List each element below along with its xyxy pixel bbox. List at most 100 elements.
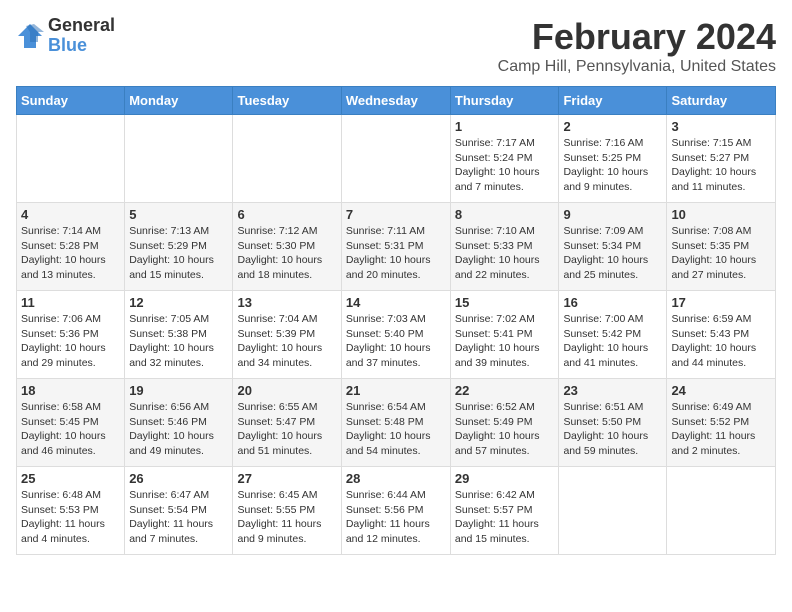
- day-info: Sunrise: 6:55 AM Sunset: 5:47 PM Dayligh…: [237, 400, 336, 459]
- day-number: 5: [129, 207, 228, 222]
- day-info: Sunrise: 6:48 AM Sunset: 5:53 PM Dayligh…: [21, 488, 120, 547]
- calendar-cell: [125, 115, 233, 203]
- day-number: 26: [129, 471, 228, 486]
- day-number: 18: [21, 383, 120, 398]
- day-number: 12: [129, 295, 228, 310]
- calendar-cell: 12 Sunrise: 7:05 AM Sunset: 5:38 PM Dayli…: [125, 291, 233, 379]
- day-info: Sunrise: 7:14 AM Sunset: 5:28 PM Dayligh…: [21, 224, 120, 283]
- weekday-header-monday: Monday: [125, 87, 233, 115]
- title-section: February 2024 Camp Hill, Pennsylvania, U…: [498, 16, 776, 76]
- calendar-cell: 3 Sunrise: 7:15 AM Sunset: 5:27 PM Daylig…: [667, 115, 776, 203]
- day-number: 21: [346, 383, 446, 398]
- day-number: 6: [237, 207, 336, 222]
- calendar-cell: 20 Sunrise: 6:55 AM Sunset: 5:47 PM Dayli…: [233, 379, 341, 467]
- day-info: Sunrise: 7:05 AM Sunset: 5:38 PM Dayligh…: [129, 312, 228, 371]
- day-number: 1: [455, 119, 555, 134]
- calendar-cell: 18 Sunrise: 6:58 AM Sunset: 5:45 PM Dayli…: [17, 379, 125, 467]
- logo-text: General Blue: [48, 16, 115, 56]
- calendar-cell: [17, 115, 125, 203]
- day-info: Sunrise: 6:58 AM Sunset: 5:45 PM Dayligh…: [21, 400, 120, 459]
- page-header: General Blue February 2024 Camp Hill, Pe…: [16, 16, 776, 76]
- day-info: Sunrise: 7:17 AM Sunset: 5:24 PM Dayligh…: [455, 136, 555, 195]
- calendar-cell: 6 Sunrise: 7:12 AM Sunset: 5:30 PM Daylig…: [233, 203, 341, 291]
- day-info: Sunrise: 7:04 AM Sunset: 5:39 PM Dayligh…: [237, 312, 336, 371]
- day-info: Sunrise: 7:13 AM Sunset: 5:29 PM Dayligh…: [129, 224, 228, 283]
- calendar-cell: 17 Sunrise: 6:59 AM Sunset: 5:43 PM Dayli…: [667, 291, 776, 379]
- day-info: Sunrise: 6:59 AM Sunset: 5:43 PM Dayligh…: [671, 312, 771, 371]
- calendar-cell: 19 Sunrise: 6:56 AM Sunset: 5:46 PM Dayli…: [125, 379, 233, 467]
- day-info: Sunrise: 7:15 AM Sunset: 5:27 PM Dayligh…: [671, 136, 771, 195]
- day-info: Sunrise: 6:47 AM Sunset: 5:54 PM Dayligh…: [129, 488, 228, 547]
- calendar-week-5: 25Sunrise: 6:48 AM Sunset: 5:53 PM Dayli…: [17, 467, 776, 555]
- day-number: 15: [455, 295, 555, 310]
- calendar-cell: 14 Sunrise: 7:03 AM Sunset: 5:40 PM Dayli…: [341, 291, 450, 379]
- calendar-week-1: 1 Sunrise: 7:17 AM Sunset: 5:24 PM Daylig…: [17, 115, 776, 203]
- calendar-cell: [559, 467, 667, 555]
- day-info: Sunrise: 6:56 AM Sunset: 5:46 PM Dayligh…: [129, 400, 228, 459]
- weekday-header-saturday: Saturday: [667, 87, 776, 115]
- calendar-cell: 16 Sunrise: 7:00 AM Sunset: 5:42 PM Dayli…: [559, 291, 667, 379]
- calendar-cell: 2Sunrise: 7:16 AM Sunset: 5:25 PM Daylig…: [559, 115, 667, 203]
- day-info: Sunrise: 6:45 AM Sunset: 5:55 PM Dayligh…: [237, 488, 336, 547]
- calendar-cell: 27 Sunrise: 6:45 AM Sunset: 5:55 PM Dayli…: [233, 467, 341, 555]
- day-info: Sunrise: 7:08 AM Sunset: 5:35 PM Dayligh…: [671, 224, 771, 283]
- calendar-cell: 9Sunrise: 7:09 AM Sunset: 5:34 PM Daylig…: [559, 203, 667, 291]
- day-number: 29: [455, 471, 555, 486]
- weekday-header-tuesday: Tuesday: [233, 87, 341, 115]
- day-info: Sunrise: 6:44 AM Sunset: 5:56 PM Dayligh…: [346, 488, 446, 547]
- calendar-cell: [233, 115, 341, 203]
- calendar-cell: 25Sunrise: 6:48 AM Sunset: 5:53 PM Dayli…: [17, 467, 125, 555]
- calendar: SundayMondayTuesdayWednesdayThursdayFrid…: [16, 86, 776, 555]
- calendar-cell: 10 Sunrise: 7:08 AM Sunset: 5:35 PM Dayli…: [667, 203, 776, 291]
- day-number: 28: [346, 471, 446, 486]
- calendar-cell: 4Sunrise: 7:14 AM Sunset: 5:28 PM Daylig…: [17, 203, 125, 291]
- day-number: 8: [455, 207, 555, 222]
- calendar-cell: 15 Sunrise: 7:02 AM Sunset: 5:41 PM Dayli…: [450, 291, 559, 379]
- day-info: Sunrise: 7:10 AM Sunset: 5:33 PM Dayligh…: [455, 224, 555, 283]
- day-info: Sunrise: 7:00 AM Sunset: 5:42 PM Dayligh…: [563, 312, 662, 371]
- day-number: 24: [671, 383, 771, 398]
- calendar-cell: 11 Sunrise: 7:06 AM Sunset: 5:36 PM Dayli…: [17, 291, 125, 379]
- day-number: 10: [671, 207, 771, 222]
- calendar-cell: 13 Sunrise: 7:04 AM Sunset: 5:39 PM Dayli…: [233, 291, 341, 379]
- day-number: 16: [563, 295, 662, 310]
- logo-icon: [16, 22, 44, 50]
- calendar-cell: 1 Sunrise: 7:17 AM Sunset: 5:24 PM Daylig…: [450, 115, 559, 203]
- day-info: Sunrise: 6:54 AM Sunset: 5:48 PM Dayligh…: [346, 400, 446, 459]
- weekday-header-wednesday: Wednesday: [341, 87, 450, 115]
- calendar-week-4: 18 Sunrise: 6:58 AM Sunset: 5:45 PM Dayli…: [17, 379, 776, 467]
- day-info: Sunrise: 6:51 AM Sunset: 5:50 PM Dayligh…: [563, 400, 662, 459]
- subtitle: Camp Hill, Pennsylvania, United States: [498, 58, 776, 76]
- day-info: Sunrise: 7:11 AM Sunset: 5:31 PM Dayligh…: [346, 224, 446, 283]
- calendar-week-2: 4Sunrise: 7:14 AM Sunset: 5:28 PM Daylig…: [17, 203, 776, 291]
- day-info: Sunrise: 7:06 AM Sunset: 5:36 PM Dayligh…: [21, 312, 120, 371]
- logo-blue: Blue: [48, 36, 115, 56]
- calendar-week-3: 11 Sunrise: 7:06 AM Sunset: 5:36 PM Dayli…: [17, 291, 776, 379]
- day-number: 19: [129, 383, 228, 398]
- weekday-header-thursday: Thursday: [450, 87, 559, 115]
- day-number: 7: [346, 207, 446, 222]
- day-number: 13: [237, 295, 336, 310]
- calendar-cell: 21 Sunrise: 6:54 AM Sunset: 5:48 PM Dayli…: [341, 379, 450, 467]
- calendar-cell: 29 Sunrise: 6:42 AM Sunset: 5:57 PM Dayli…: [450, 467, 559, 555]
- calendar-cell: [341, 115, 450, 203]
- day-number: 9: [563, 207, 662, 222]
- day-info: Sunrise: 6:42 AM Sunset: 5:57 PM Dayligh…: [455, 488, 555, 547]
- day-number: 20: [237, 383, 336, 398]
- day-number: 11: [21, 295, 120, 310]
- day-number: 3: [671, 119, 771, 134]
- calendar-cell: 7 Sunrise: 7:11 AM Sunset: 5:31 PM Daylig…: [341, 203, 450, 291]
- logo: General Blue: [16, 16, 115, 56]
- day-number: 17: [671, 295, 771, 310]
- day-info: Sunrise: 7:02 AM Sunset: 5:41 PM Dayligh…: [455, 312, 555, 371]
- day-number: 14: [346, 295, 446, 310]
- day-number: 2: [563, 119, 662, 134]
- day-info: Sunrise: 7:03 AM Sunset: 5:40 PM Dayligh…: [346, 312, 446, 371]
- day-info: Sunrise: 7:12 AM Sunset: 5:30 PM Dayligh…: [237, 224, 336, 283]
- calendar-header: SundayMondayTuesdayWednesdayThursdayFrid…: [17, 87, 776, 115]
- day-number: 27: [237, 471, 336, 486]
- main-title: February 2024: [498, 16, 776, 58]
- day-info: Sunrise: 6:52 AM Sunset: 5:49 PM Dayligh…: [455, 400, 555, 459]
- weekday-row: SundayMondayTuesdayWednesdayThursdayFrid…: [17, 87, 776, 115]
- calendar-cell: 22Sunrise: 6:52 AM Sunset: 5:49 PM Dayli…: [450, 379, 559, 467]
